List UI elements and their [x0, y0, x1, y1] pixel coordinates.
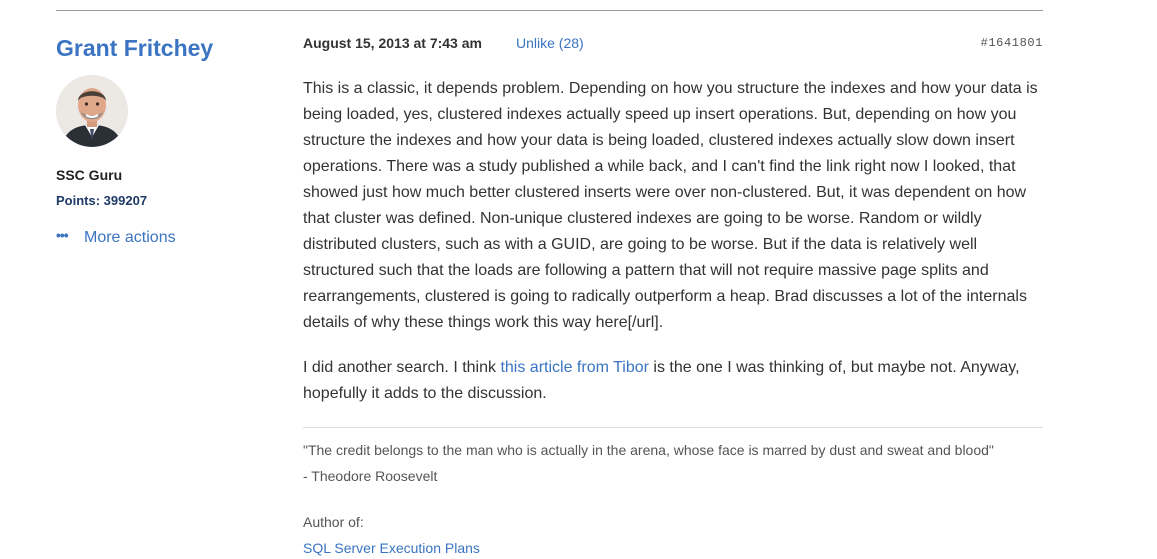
- signature-attribution: - Theodore Roosevelt: [303, 468, 438, 484]
- author-name-link[interactable]: Grant Fritchey: [56, 35, 213, 62]
- signature-divider: [303, 427, 1043, 428]
- signature-quote: "The credit belongs to the man who is ac…: [303, 442, 994, 458]
- avatar-portrait: [56, 75, 128, 147]
- author-points: Points: 399207: [56, 193, 148, 208]
- more-actions-button[interactable]: ••• More actions: [56, 227, 176, 247]
- author-rank: SSC Guru: [56, 167, 123, 183]
- paragraph-text: I did another search. I think: [303, 359, 501, 376]
- signature-author-of: Author of:: [303, 514, 364, 530]
- post-paragraph: I did another search. I think this artic…: [303, 355, 1048, 407]
- post-body: This is a classic, it depends problem. D…: [303, 76, 1048, 407]
- post-paragraph: This is a classic, it depends problem. D…: [303, 80, 1038, 331]
- ellipsis-icon: •••: [56, 227, 69, 243]
- unlike-button[interactable]: Unlike (28): [516, 35, 584, 51]
- book-link[interactable]: SQL Server Execution Plans: [303, 540, 480, 556]
- post-id-link[interactable]: #1641801: [943, 36, 1043, 50]
- avatar[interactable]: [56, 75, 128, 147]
- post-date: August 15, 2013 at 7:43 am: [303, 35, 482, 51]
- post-top-divider: [56, 10, 1043, 11]
- tibor-article-link[interactable]: this article from Tibor: [500, 359, 648, 376]
- more-actions-label: More actions: [84, 229, 176, 246]
